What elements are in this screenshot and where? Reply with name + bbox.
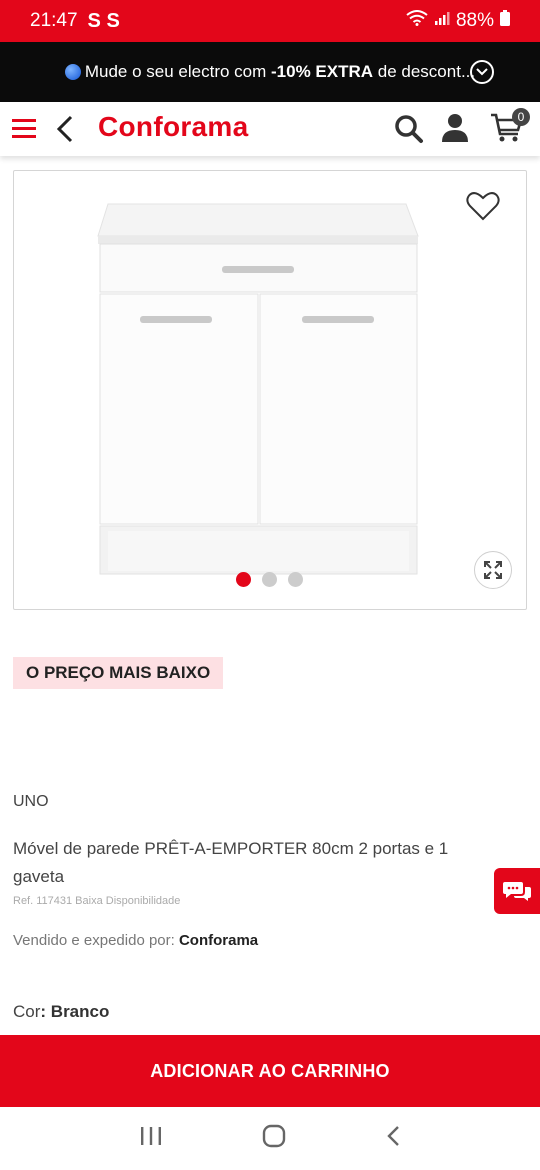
product-brand[interactable]: UNO <box>13 793 49 811</box>
product-gallery[interactable] <box>13 170 527 610</box>
expand-icon[interactable] <box>474 551 512 589</box>
wifi-icon <box>406 10 428 32</box>
hamburger-menu-icon[interactable] <box>12 116 36 140</box>
seller-label: Vendido e expedido por: <box>13 932 179 949</box>
search-icon[interactable] <box>394 114 424 149</box>
gallery-dot[interactable] <box>288 572 303 587</box>
promo-text-bold: -10% EXTRA <box>271 62 374 81</box>
add-to-cart-button[interactable]: ADICIONAR AO CARRINHO <box>0 1035 540 1107</box>
product-reference: Ref. 117431 Baixa Disponibilidade <box>13 895 181 907</box>
signal-icon <box>434 10 450 32</box>
app-header: Conforama 0 <box>0 102 540 156</box>
heart-icon[interactable] <box>466 191 500 226</box>
status-indicators: S S <box>87 9 120 32</box>
promo-text-end: de descont... <box>373 62 476 81</box>
seller-info: Vendido e expedido por: Conforama <box>13 932 258 949</box>
gallery-dot[interactable] <box>236 572 251 587</box>
conforama-logo[interactable]: Conforama <box>98 111 249 143</box>
seller-name[interactable]: Conforama <box>179 932 258 949</box>
gallery-dot[interactable] <box>262 572 277 587</box>
back-icon[interactable] <box>386 1125 400 1152</box>
chat-icon[interactable] <box>494 868 540 914</box>
cart-count-badge: 0 <box>512 108 530 126</box>
color-value: : Branco <box>40 1002 110 1021</box>
blue-dot-icon <box>64 64 81 80</box>
color-label: Cor <box>13 1002 41 1021</box>
product-image[interactable] <box>94 201 424 581</box>
color-info: Cor: Branco <box>13 1002 109 1022</box>
battery-level: 88% <box>455 10 494 31</box>
product-title: Móvel de parede PRÊT-A-EMPORTER 80cm 2 p… <box>13 839 449 886</box>
system-navigation-bar <box>0 1107 540 1170</box>
promo-banner[interactable]: Mude o seu electro com -10% EXTRA de des… <box>0 42 540 102</box>
lowest-price-badge: O PREÇO MAIS BAIXO <box>13 657 224 689</box>
status-time: 21:47 <box>30 10 78 31</box>
back-arrow-icon[interactable] <box>56 114 74 149</box>
promo-text-start: Mude o seu electro com <box>84 62 272 81</box>
battery-icon <box>500 10 510 32</box>
chevron-down-icon[interactable] <box>470 60 494 84</box>
status-bar: 21:47 S S 88% <box>0 0 540 42</box>
user-account-icon[interactable] <box>441 113 469 148</box>
recent-apps-icon[interactable] <box>140 1126 162 1151</box>
gallery-pagination <box>236 572 303 587</box>
home-icon[interactable] <box>262 1124 286 1153</box>
promo-text: Mude o seu electro com -10% EXTRA de des… <box>85 62 475 82</box>
